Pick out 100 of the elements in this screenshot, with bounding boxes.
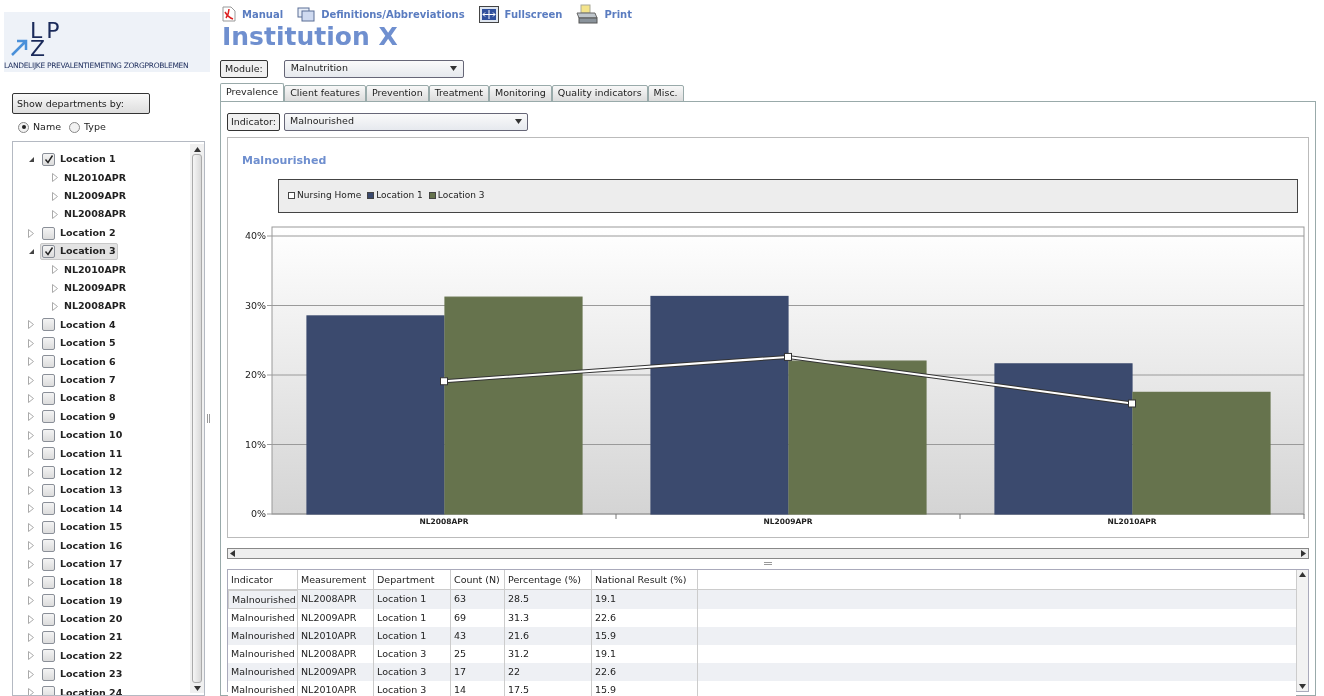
table-cell: Malnourished (228, 680, 298, 696)
tree-item[interactable]: Location 3 (40, 242, 118, 260)
toolbar-link[interactable]: Manual (222, 6, 284, 22)
axis-label: 30% (244, 299, 266, 310)
table-cell: Malnourished (228, 626, 298, 645)
tree-item[interactable]: Location 10 (40, 426, 125, 444)
tree-item[interactable]: Location 15 (40, 518, 125, 536)
checkbox[interactable] (42, 465, 55, 479)
tree-item[interactable]: NL2010APR (64, 170, 127, 185)
checkbox[interactable] (42, 520, 55, 534)
logo-text: LP (30, 22, 64, 40)
show-departments-button[interactable]: Show departments by: (12, 93, 150, 114)
scroll-left-icon[interactable] (230, 549, 235, 557)
field-label: Module: (220, 59, 268, 78)
checkbox[interactable] (42, 392, 55, 405)
checkbox[interactable] (42, 649, 55, 663)
tree-item[interactable]: Location 19 (40, 592, 125, 610)
table-cell: Malnourished (228, 662, 298, 681)
tree-item[interactable]: NL2009APR (64, 281, 127, 296)
collapsed-arrow-icon[interactable] (28, 688, 34, 695)
tree-item[interactable]: Location 1 (40, 150, 118, 168)
checkbox[interactable] (42, 318, 55, 332)
checkbox[interactable] (42, 631, 55, 645)
axis-label: 0% (250, 507, 266, 519)
column-header[interactable]: Count (N) (451, 569, 505, 589)
tree-item[interactable]: Location 18 (40, 573, 125, 591)
checkbox[interactable] (42, 447, 55, 461)
scroll-up-icon[interactable] (1299, 571, 1306, 577)
tree-item[interactable]: Location 8 (40, 390, 118, 407)
column-header[interactable]: Percentage (%) (505, 569, 592, 589)
toolbar-link[interactable]: Fullscreen (478, 5, 563, 23)
tree-item[interactable]: Location 20 (40, 610, 125, 628)
tree-item[interactable]: Location 9 (40, 408, 118, 426)
expanded-arrow-icon[interactable] (27, 247, 35, 255)
scroll-right-icon[interactable] (1301, 549, 1306, 557)
tree-item[interactable]: Location 11 (40, 445, 125, 463)
checkbox[interactable] (42, 575, 55, 589)
expanded-arrow-icon[interactable] (27, 155, 35, 163)
checkbox[interactable] (42, 502, 55, 516)
tree-item[interactable]: Location 6 (40, 353, 118, 371)
checkbox[interactable] (42, 539, 55, 553)
radio-button[interactable]: Type (69, 120, 106, 135)
checkbox[interactable] (42, 410, 55, 424)
checkbox[interactable] (42, 355, 55, 369)
scroll-down-icon[interactable] (193, 685, 201, 691)
splitter-grip-icon[interactable] (764, 562, 772, 565)
checkbox[interactable] (42, 373, 55, 387)
checkbox[interactable] (42, 612, 55, 626)
table-cell: 19.1 (592, 644, 698, 663)
checkbox[interactable] (42, 336, 55, 350)
tree-item[interactable]: Location 5 (40, 334, 118, 352)
tree-item[interactable]: Location 24 (40, 684, 125, 695)
radio-button[interactable]: Name (18, 120, 62, 135)
tree-item[interactable]: NL2010APR (64, 262, 127, 277)
tree-item[interactable]: Location 4 (40, 316, 118, 334)
tree-item[interactable]: Location 16 (40, 537, 125, 555)
checkbox[interactable] (42, 667, 55, 681)
table-cell: 14 (451, 680, 505, 696)
toolbar-link[interactable]: Print (576, 4, 632, 24)
scrollbar[interactable] (1296, 569, 1308, 691)
indicator-dropdown[interactable]: Malnourished (284, 112, 528, 131)
checkbox[interactable] (42, 594, 55, 608)
tree-item[interactable]: Location 13 (40, 481, 125, 499)
legend-label: Location 3 (437, 188, 485, 202)
tree-item[interactable]: Location 17 (40, 555, 125, 573)
checkbox[interactable] (42, 483, 55, 497)
module-dropdown[interactable]: Malnutrition (283, 59, 464, 78)
tree-item[interactable]: Location 21 (40, 629, 125, 647)
tree-item[interactable]: NL2008APR (64, 299, 127, 314)
tree-item[interactable]: Location 14 (40, 500, 125, 518)
dropdown-caret-icon[interactable] (515, 119, 522, 124)
toolbar-link[interactable]: Definitions/Abbreviations (297, 6, 465, 22)
checkbox[interactable] (42, 428, 55, 442)
tree-item[interactable]: Location 23 (40, 665, 125, 683)
tree-item[interactable]: Location 2 (40, 224, 118, 242)
tree-item[interactable]: Location 12 (40, 463, 125, 481)
checkbox[interactable] (42, 226, 55, 240)
scroll-up-icon[interactable] (193, 146, 201, 152)
table-cell: Location 3 (374, 662, 451, 681)
horizontal-scrollbar[interactable] (227, 547, 1309, 559)
scrollbar[interactable] (190, 144, 204, 693)
table-cell: Location 3 (374, 680, 451, 696)
tree-item[interactable]: Location 7 (40, 371, 118, 389)
tree-item[interactable]: NL2009APR (64, 189, 127, 204)
field-label: Indicator: (227, 112, 280, 131)
checkbox[interactable] (42, 244, 55, 258)
column-header[interactable]: Department (374, 569, 451, 589)
column-header[interactable]: National Result (%) (592, 569, 698, 589)
tree-item[interactable]: Location 22 (40, 647, 125, 665)
column-header[interactable]: Measurement (298, 569, 374, 589)
dropdown-caret-icon[interactable] (449, 66, 457, 71)
checkbox[interactable] (42, 152, 55, 166)
collapsed-arrow-icon[interactable] (28, 228, 34, 238)
checkbox[interactable] (42, 557, 55, 571)
splitter-grip-icon[interactable] (207, 414, 210, 424)
scroll-down-icon[interactable] (1299, 684, 1306, 689)
tree-item[interactable]: NL2008APR (64, 207, 127, 222)
table-cell: Location 3 (374, 644, 451, 663)
table-cell: Location 1 (374, 626, 451, 645)
column-header[interactable]: Indicator (228, 569, 298, 589)
